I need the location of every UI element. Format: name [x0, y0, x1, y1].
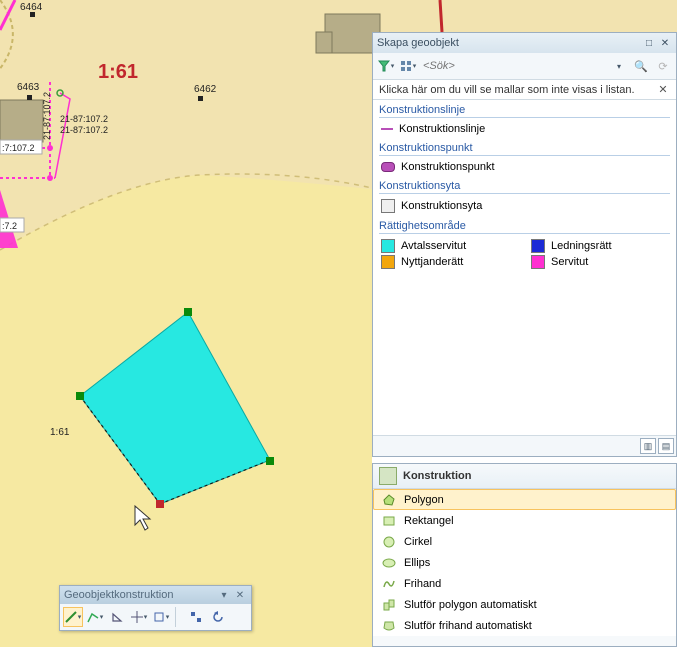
geo-tool-edit[interactable] [151, 607, 171, 627]
group-rattighetsomrade: Rättighetsområde Avtalsservitut Lednings… [373, 220, 676, 270]
tool-autocomplete-freehand[interactable]: Slutför frihand automatiskt [373, 615, 676, 636]
template-konstruktionslinje[interactable]: Konstruktionslinje [373, 122, 676, 136]
template-nyttjanderatt[interactable]: Nyttjanderätt [381, 255, 491, 269]
axis-label: 21-87:107.2 [42, 92, 52, 140]
polygon-icon [382, 493, 396, 507]
geo-tool-move[interactable] [186, 607, 206, 627]
tool-rektangel[interactable]: Rektangel [373, 510, 676, 531]
geo-toolbar-title[interactable]: Geoobjektkonstruktion ▾ ✕ [60, 586, 251, 604]
group-konstruktionspunkt: Konstruktionspunkt Konstruktionspunkt [373, 142, 676, 174]
box-label-2: :7.2 [2, 221, 17, 231]
tool-label: Slutför polygon automatiskt [404, 599, 537, 611]
geo-tool-angle[interactable] [107, 607, 127, 627]
create-geoobject-toolbar: ▾ 🔍 ⟳ [373, 53, 676, 80]
axis-label-2: 21-87:107.2 [60, 114, 108, 124]
group-konstruktionsyta: Konstruktionsyta Konstruktionsyta [373, 180, 676, 214]
geo-toolbar-dropdown-btn[interactable]: ▾ [217, 588, 231, 602]
rectangle-icon [382, 514, 396, 528]
point-swatch-icon [381, 162, 395, 172]
tool-frihand[interactable]: Frihand [373, 573, 676, 594]
circle-icon [382, 535, 396, 549]
panel-maximize-btn[interactable]: □ [642, 36, 656, 50]
swatch-ledning [531, 239, 545, 253]
group-header-rattighetsomrade: Rättighetsområde [379, 220, 670, 234]
group-konstruktionslinje: Konstruktionslinje Konstruktionslinje [373, 104, 676, 136]
autopoly-icon [382, 598, 396, 612]
autofree-icon [382, 619, 396, 633]
strip-btn-1[interactable]: ▥ [640, 438, 656, 454]
geo-tool-line[interactable] [63, 607, 83, 627]
freehand-icon [382, 577, 396, 591]
swatch-avtal [381, 239, 395, 253]
template-label: Avtalsservitut [401, 240, 466, 252]
template-hintbar[interactable]: Klicka här om du vill se mallar som inte… [373, 80, 676, 100]
template-label: Nyttjanderätt [401, 256, 463, 268]
template-search-input[interactable] [421, 59, 606, 73]
group-header-konstruktionsyta: Konstruktionsyta [379, 180, 670, 194]
template-hint-close[interactable]: ✕ [656, 83, 670, 96]
swatch-servitut [531, 255, 545, 269]
create-geoobject-panel: Skapa geoobjekt □ ✕ ▾ 🔍 ⟳ Klicka h [372, 32, 677, 457]
search-dropdown-btn[interactable]: ▾ [610, 57, 628, 75]
box-label-1: :7:107.2 [2, 143, 35, 153]
ellipse-icon [382, 556, 396, 570]
construction-title-icon [379, 467, 397, 485]
tool-polygon[interactable]: Polygon [373, 489, 676, 510]
construction-panel: Konstruktion Polygon Rektangel [372, 463, 677, 647]
template-label: Konstruktionslinje [399, 123, 485, 135]
template-avtalsservitut[interactable]: Avtalsservitut [381, 239, 491, 253]
parcel-label-6463: 6463 [17, 82, 40, 93]
group-header-konstruktionslinje: Konstruktionslinje [379, 104, 670, 118]
parcel-label-6464: 6464 [20, 2, 43, 13]
filter-icon[interactable] [377, 57, 395, 75]
tool-label: Ellips [404, 557, 430, 569]
app-root: 6464 6463 6462 1:61 21-87:107.2 21-87:10… [0, 0, 677, 647]
area-swatch-icon [381, 199, 395, 213]
polygon-label-161: 1:61 [50, 427, 70, 438]
tool-label: Slutför frihand automatiskt [404, 620, 532, 632]
side-panels: Skapa geoobjekt □ ✕ ▾ 🔍 ⟳ Klicka h [372, 32, 677, 647]
create-geoobject-title-text: Skapa geoobjekt [377, 37, 640, 49]
create-geoobject-titlebar[interactable]: Skapa geoobjekt □ ✕ [373, 33, 676, 53]
group-header-konstruktionspunkt: Konstruktionspunkt [379, 142, 670, 156]
template-ledningsratt[interactable]: Ledningsrätt [531, 239, 641, 253]
template-hint-text: Klicka här om du vill se mallar som inte… [379, 84, 656, 96]
geo-toolbar-title-text: Geoobjektkonstruktion [64, 589, 215, 601]
template-label: Konstruktionspunkt [401, 161, 495, 173]
strip-btn-2[interactable]: ▤ [658, 438, 674, 454]
template-label: Servitut [551, 256, 588, 268]
template-panel-strip: ▥ ▤ [373, 436, 676, 456]
template-label: Ledningsrätt [551, 240, 612, 252]
tool-ellips[interactable]: Ellips [373, 552, 676, 573]
tool-label: Rektangel [404, 515, 454, 527]
search-go-btn[interactable]: 🔍 [632, 57, 650, 75]
construction-title-text: Konstruktion [403, 470, 471, 482]
group-by-icon[interactable] [399, 57, 417, 75]
construction-panel-title: Konstruktion [373, 464, 676, 489]
panel-close-btn[interactable]: ✕ [658, 36, 672, 50]
template-servitut[interactable]: Servitut [531, 255, 641, 269]
geo-toolbar-close-btn[interactable]: ✕ [233, 588, 247, 602]
parcel-label-6462: 6462 [194, 84, 217, 95]
template-search[interactable] [421, 59, 606, 73]
template-list[interactable]: Konstruktionslinje Konstruktionslinje Ko… [373, 100, 676, 436]
plan-label-161: 1:61 [98, 61, 138, 83]
tool-label: Frihand [404, 578, 441, 590]
swatch-nyttjande [381, 255, 395, 269]
tool-autocomplete-polygon[interactable]: Slutför polygon automatiskt [373, 594, 676, 615]
template-konstruktionspunkt[interactable]: Konstruktionspunkt [373, 160, 676, 174]
construction-tool-list: Polygon Rektangel Cirkel [373, 489, 676, 636]
tool-cirkel[interactable]: Cirkel [373, 531, 676, 552]
geo-tool-undo[interactable] [208, 607, 228, 627]
tool-label: Polygon [404, 494, 444, 506]
tool-label: Cirkel [404, 536, 432, 548]
axis-label-3: 21-87:107.2 [60, 125, 108, 135]
template-label: Konstruktionsyta [401, 200, 482, 212]
geo-tool-trace[interactable] [85, 607, 105, 627]
geo-tool-cut[interactable] [129, 607, 149, 627]
line-swatch-icon [381, 128, 393, 130]
search-refresh-btn[interactable]: ⟳ [654, 57, 672, 75]
template-konstruktionsyta[interactable]: Konstruktionsyta [373, 198, 676, 214]
geo-construction-toolbar[interactable]: Geoobjektkonstruktion ▾ ✕ [59, 585, 252, 631]
